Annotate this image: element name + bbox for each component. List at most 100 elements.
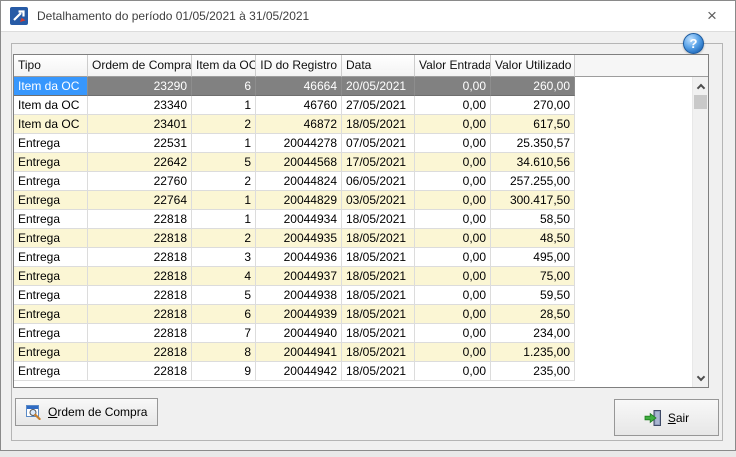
cell[interactable]: 58,50 [491,210,575,229]
cell[interactable]: 0,00 [415,248,491,267]
cell[interactable]: 20044940 [256,324,342,343]
cell[interactable]: 75,00 [491,267,575,286]
cell[interactable]: 18/05/2021 [342,343,415,362]
cell[interactable]: 23401 [88,115,192,134]
cell[interactable]: 2 [192,229,256,248]
cell[interactable]: 46872 [256,115,342,134]
cell[interactable]: 20044934 [256,210,342,229]
cell[interactable]: 20044942 [256,362,342,381]
cell[interactable]: 46760 [256,96,342,115]
cell[interactable]: 18/05/2021 [342,248,415,267]
cell[interactable]: 22818 [88,324,192,343]
table-row[interactable]: Entrega2276022004482406/05/20210,00257.2… [14,172,708,191]
sair-button[interactable]: Sair [614,399,719,436]
cell[interactable]: 257.255,00 [491,172,575,191]
cell[interactable]: Entrega [14,229,88,248]
cell[interactable]: 8 [192,343,256,362]
cell[interactable]: 20044937 [256,267,342,286]
cell[interactable]: 18/05/2021 [342,324,415,343]
cell[interactable]: 20044939 [256,305,342,324]
cell[interactable]: 2 [192,172,256,191]
cell[interactable]: 617,50 [491,115,575,134]
table-row[interactable]: Entrega2281822004493518/05/20210,0048,50 [14,229,708,248]
scroll-down-button[interactable] [693,370,708,386]
cell[interactable]: 46664 [256,77,342,96]
cell[interactable]: Item da OC [14,96,88,115]
table-row[interactable]: Entrega2281862004493918/05/20210,0028,50 [14,305,708,324]
cell[interactable]: 22760 [88,172,192,191]
cell[interactable]: Entrega [14,343,88,362]
cell[interactable]: 1 [192,191,256,210]
cell[interactable]: 18/05/2021 [342,267,415,286]
cell[interactable]: 27/05/2021 [342,96,415,115]
cell[interactable]: 0,00 [415,96,491,115]
cell[interactable]: 22818 [88,286,192,305]
table-row[interactable]: Item da OC2334014676027/05/20210,00270,0… [14,96,708,115]
cell[interactable]: 0,00 [415,343,491,362]
cell[interactable]: 1 [192,210,256,229]
cell[interactable]: 20044829 [256,191,342,210]
table-row[interactable]: Entrega2281882004494118/05/20210,001.235… [14,343,708,362]
cell[interactable]: 25.350,57 [491,134,575,153]
column-header-3[interactable]: Item da OC [192,55,256,77]
cell[interactable]: 20044938 [256,286,342,305]
close-button[interactable]: × [697,2,727,30]
table-row[interactable]: Item da OC2340124687218/05/20210,00617,5… [14,115,708,134]
column-header-1[interactable]: Tipo [14,55,88,77]
table-row[interactable]: Entrega2281812004493418/05/20210,0058,50 [14,210,708,229]
cell[interactable]: 6 [192,77,256,96]
scrollbar-thumb[interactable] [694,95,707,109]
cell[interactable]: 270,00 [491,96,575,115]
cell[interactable]: Entrega [14,305,88,324]
cell[interactable]: 22818 [88,210,192,229]
cell[interactable]: 1 [192,134,256,153]
cell[interactable]: 0,00 [415,286,491,305]
cell[interactable]: Entrega [14,172,88,191]
cell[interactable]: Entrega [14,286,88,305]
help-icon[interactable]: ? [683,33,704,54]
cell[interactable]: 18/05/2021 [342,115,415,134]
cell[interactable]: 0,00 [415,210,491,229]
column-header-5[interactable]: Data [342,55,415,77]
cell[interactable]: 34.610,56 [491,153,575,172]
cell[interactable]: 0,00 [415,77,491,96]
cell[interactable]: 0,00 [415,267,491,286]
cell[interactable]: 1.235,00 [491,343,575,362]
cell[interactable]: 23290 [88,77,192,96]
column-header-6[interactable]: Valor Entrada [415,55,491,77]
table-row[interactable]: Entrega2281852004493818/05/20210,0059,50 [14,286,708,305]
cell[interactable]: 59,50 [491,286,575,305]
cell[interactable]: 495,00 [491,248,575,267]
ordem-de-compra-button[interactable]: Ordem de Compra [15,398,158,426]
cell[interactable]: 22818 [88,305,192,324]
cell[interactable]: 5 [192,286,256,305]
cell[interactable]: 0,00 [415,324,491,343]
cell[interactable]: 07/05/2021 [342,134,415,153]
cell[interactable]: Entrega [14,267,88,286]
table-row[interactable]: Entrega2281842004493718/05/20210,0075,00 [14,267,708,286]
cell[interactable]: 0,00 [415,362,491,381]
column-header-7[interactable]: Valor Utilizado [491,55,575,77]
cell[interactable]: 28,50 [491,305,575,324]
cell[interactable]: 18/05/2021 [342,286,415,305]
cell[interactable]: 2 [192,115,256,134]
cell[interactable]: 23340 [88,96,192,115]
cell[interactable]: Entrega [14,362,88,381]
cell[interactable]: 17/05/2021 [342,153,415,172]
cell[interactable]: 260,00 [491,77,575,96]
cell[interactable]: 18/05/2021 [342,210,415,229]
cell[interactable]: 22531 [88,134,192,153]
table-row[interactable]: Entrega2264252004456817/05/20210,0034.61… [14,153,708,172]
cell[interactable]: 0,00 [415,134,491,153]
cell[interactable]: Entrega [14,134,88,153]
cell[interactable]: Entrega [14,153,88,172]
cell[interactable]: Item da OC [14,77,88,96]
cell[interactable]: 20044278 [256,134,342,153]
table-row[interactable]: Entrega2276412004482903/05/20210,00300.4… [14,191,708,210]
cell[interactable]: 0,00 [415,153,491,172]
cell[interactable]: 03/05/2021 [342,191,415,210]
column-header-4[interactable]: ID do Registro [256,55,342,77]
table-row[interactable]: Entrega2281892004494218/05/20210,00235,0… [14,362,708,381]
cell[interactable]: Item da OC [14,115,88,134]
cell[interactable]: 0,00 [415,115,491,134]
